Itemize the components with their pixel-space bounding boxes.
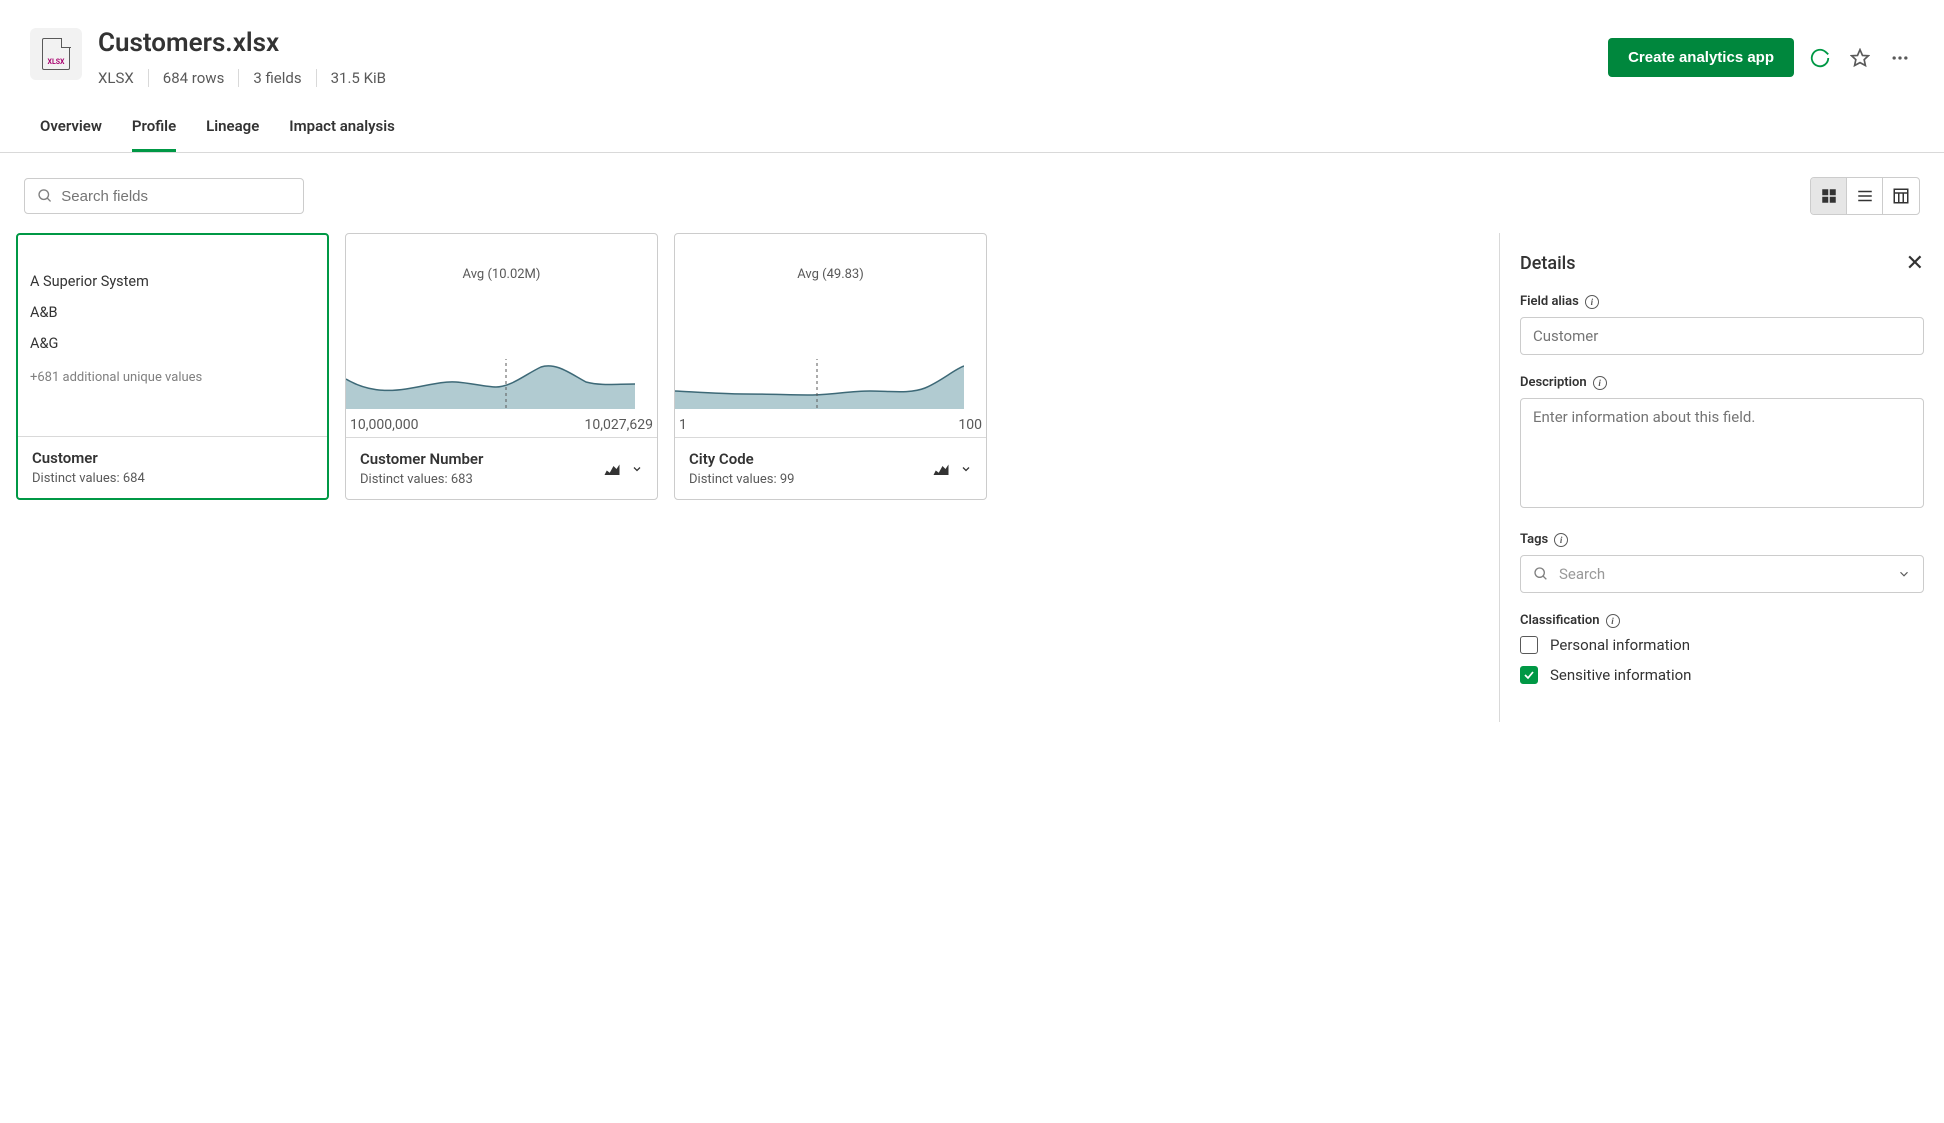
field-card-city-code[interactable]: Avg (49.83) 1 100 City Code Distinct val… [674,233,987,500]
classification-group: Classification i Personal information Se… [1520,613,1924,684]
range-labels: 1 100 [679,417,982,433]
details-header: Details ✕ [1520,251,1924,276]
avg-label: Avg (49.83) [675,267,986,282]
meta-field-count: 3 fields [239,69,316,87]
field-card-customer[interactable]: A Superior System A&B A&G +681 additiona… [16,233,329,500]
chevron-down-icon [1897,567,1911,581]
chevron-down-icon[interactable] [960,463,972,475]
card-footer: Customer Number Distinct values: 683 [346,437,657,499]
checkbox-label: Sensitive information [1550,666,1691,684]
grid-icon [1820,187,1838,205]
view-toggle-grid[interactable] [1811,178,1847,214]
list-icon [1856,187,1874,205]
title-block: Customers.xlsx XLSX 684 rows 3 fields 31… [98,28,1608,87]
distinct-count: Distinct values: 684 [32,471,145,486]
details-title: Details [1520,253,1576,274]
meta-file-type: XLSX [98,69,149,87]
toolbar [0,153,1944,233]
card-footer: City Code Distinct values: 99 [675,437,986,499]
close-icon[interactable]: ✕ [1906,251,1924,276]
extra-values-count: +681 additional unique values [30,370,315,385]
file-meta: XLSX 684 rows 3 fields 31.5 KiB [98,69,1608,87]
search-fields-input[interactable] [61,188,291,205]
tab-lineage[interactable]: Lineage [206,107,259,152]
range-max: 100 [958,417,982,433]
tags-placeholder: Search [1559,565,1605,583]
refresh-icon[interactable] [1806,44,1834,72]
range-min: 10,000,000 [350,417,418,433]
field-name: Customer Number [360,450,483,468]
classification-label: Classification [1520,613,1600,628]
sample-values: A Superior System A&B A&G +681 additiona… [30,273,315,385]
checkbox-personal-information[interactable]: Personal information [1520,636,1924,654]
info-icon[interactable]: i [1606,614,1620,628]
card-body: Avg (10.02M) 10,000,000 10,027,629 [346,234,657,437]
view-toggle-list[interactable] [1847,178,1883,214]
sample-value: A&G [30,335,315,352]
description-group: Description i [1520,375,1924,512]
checkbox-icon [1520,636,1538,654]
info-icon[interactable]: i [1554,533,1568,547]
description-input[interactable] [1520,398,1924,508]
checkbox-sensitive-information[interactable]: Sensitive information [1520,666,1924,684]
more-options-icon[interactable] [1886,44,1914,72]
chart-type-icon[interactable] [603,460,621,478]
tab-profile[interactable]: Profile [132,107,176,152]
distinct-count: Distinct values: 683 [360,472,483,487]
content-area: A Superior System A&B A&G +681 additiona… [0,233,1944,722]
card-footer: Customer Distinct values: 684 [18,436,327,498]
avg-label: Avg (10.02M) [346,267,657,282]
distinct-count: Distinct values: 99 [689,472,794,487]
meta-file-size: 31.5 KiB [317,69,400,87]
tab-overview[interactable]: Overview [40,107,102,152]
search-fields-box[interactable] [24,178,304,214]
range-min: 1 [679,417,687,433]
description-label: Description [1520,375,1587,390]
field-alias-label: Field alias [1520,294,1579,309]
card-body: A Superior System A&B A&G +681 additiona… [18,235,327,436]
sample-value: A Superior System [30,273,315,290]
create-analytics-app-button[interactable]: Create analytics app [1608,38,1794,77]
chevron-down-icon[interactable] [631,463,643,475]
tags-group: Tags i Search [1520,532,1924,593]
distribution-chart [346,359,635,409]
star-icon[interactable] [1846,44,1874,72]
info-icon[interactable]: i [1585,295,1599,309]
file-type-icon: XLSX [30,28,82,80]
sample-value: A&B [30,304,315,321]
field-alias-input[interactable] [1520,317,1924,355]
checkbox-label: Personal information [1550,636,1690,654]
field-alias-group: Field alias i [1520,294,1924,355]
view-toggle-table[interactable] [1883,178,1919,214]
search-icon [1533,566,1549,582]
details-panel: Details ✕ Field alias i Description i Ta… [1499,233,1944,722]
field-name: City Code [689,450,794,468]
field-card-customer-number[interactable]: Avg (10.02M) 10,000,000 10,027,629 Custo… [345,233,658,500]
checkbox-icon [1520,666,1538,684]
page-header: XLSX Customers.xlsx XLSX 684 rows 3 fiel… [0,0,1944,87]
range-max: 10,027,629 [585,417,653,433]
file-title: Customers.xlsx [98,28,1608,59]
tags-label: Tags [1520,532,1548,547]
field-cards: A Superior System A&B A&G +681 additiona… [0,233,1499,722]
tags-input[interactable]: Search [1520,555,1924,593]
distribution-chart [675,359,964,409]
table-icon [1892,187,1910,205]
info-icon[interactable]: i [1593,376,1607,390]
view-toggle-group [1810,177,1920,215]
chart-type-icon[interactable] [932,460,950,478]
search-icon [37,187,53,205]
tab-impact-analysis[interactable]: Impact analysis [289,107,395,152]
range-labels: 10,000,000 10,027,629 [350,417,653,433]
header-actions: Create analytics app [1608,28,1914,77]
card-body: Avg (49.83) 1 100 [675,234,986,437]
meta-row-count: 684 rows [149,69,240,87]
tab-bar: Overview Profile Lineage Impact analysis [0,87,1944,153]
field-name: Customer [32,449,145,467]
